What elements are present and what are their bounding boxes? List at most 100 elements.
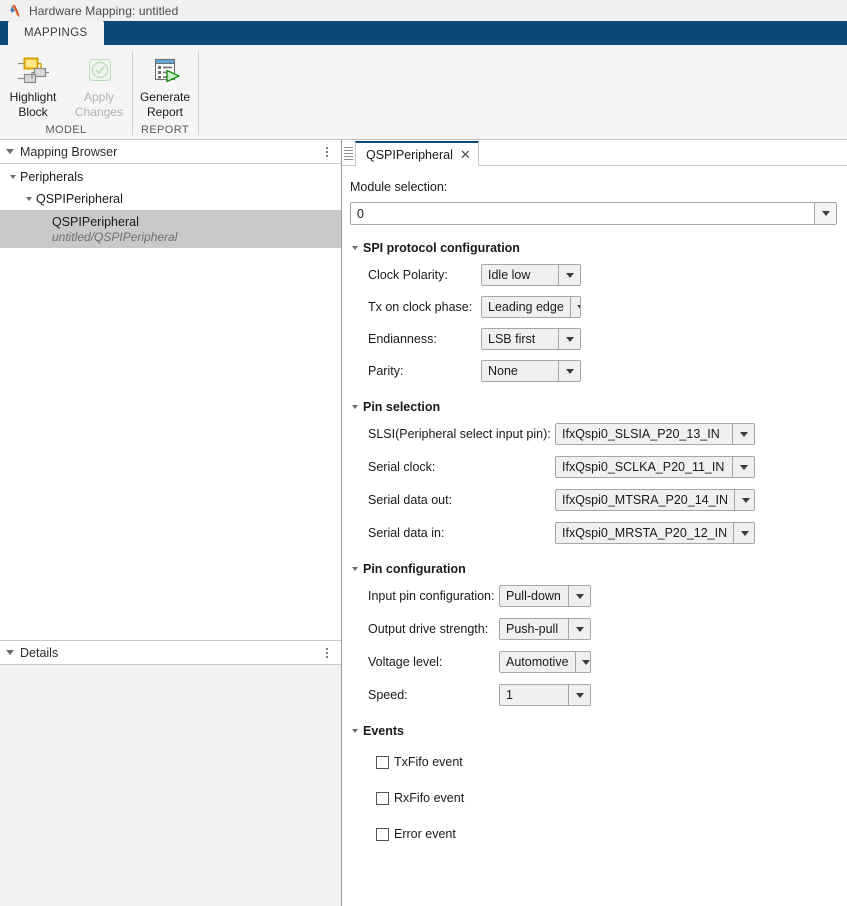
tab-mappings[interactable]: MAPPINGS bbox=[8, 21, 104, 45]
serial-clock-value: IfxQspi0_SCLKA_P20_11_IN bbox=[556, 457, 732, 477]
checkbox-row-rxfifo-event[interactable]: RxFifo event bbox=[376, 786, 847, 810]
highlight-block-button[interactable]: Highlight Block bbox=[0, 45, 66, 124]
tree-item-peripherals[interactable]: Peripherals bbox=[0, 166, 341, 188]
section-caret-icon bbox=[352, 567, 358, 571]
left-pane: Mapping Browser Peripherals QSPIPeripher… bbox=[0, 140, 342, 906]
section-header-spi-protocol[interactable]: SPI protocol configuration bbox=[352, 241, 847, 255]
output-drive-strength-value: Push-pull bbox=[500, 619, 568, 639]
tree-item-qspiperipheral-instance-path: untitled/QSPIPeripheral bbox=[52, 230, 177, 245]
rxfifo-event-checkbox[interactable] bbox=[376, 792, 389, 805]
serial-data-out-value: IfxQspi0_MTSRA_P20_14_IN bbox=[556, 490, 734, 510]
chevron-down-icon[interactable] bbox=[732, 424, 754, 444]
document-tab-qspiperipheral[interactable]: QSPIPeripheral ✕ bbox=[355, 141, 479, 166]
chevron-down-icon[interactable] bbox=[570, 297, 581, 317]
field-serial-data-in-label: Serial data in: bbox=[368, 526, 555, 540]
section-caret-icon bbox=[352, 405, 358, 409]
endianness-value: LSB first bbox=[482, 329, 558, 349]
mapping-browser-tree[interactable]: Peripherals QSPIPeripheral QSPIPeriphera… bbox=[0, 164, 341, 641]
field-output-drive-strength-label: Output drive strength: bbox=[368, 622, 499, 636]
serial-data-in-value: IfxQspi0_MRSTA_P20_12_IN bbox=[556, 523, 733, 543]
chevron-down-icon[interactable] bbox=[568, 685, 590, 705]
chevron-down-icon[interactable] bbox=[734, 490, 755, 510]
tree-item-qspiperipheral-group-label: QSPIPeripheral bbox=[36, 192, 123, 206]
chevron-down-icon[interactable] bbox=[732, 457, 754, 477]
field-serial-data-out: Serial data out: IfxQspi0_MTSRA_P20_14_I… bbox=[368, 488, 847, 512]
chevron-down-icon[interactable] bbox=[558, 329, 580, 349]
error-event-checkbox[interactable] bbox=[376, 828, 389, 841]
chevron-down-icon[interactable] bbox=[558, 265, 580, 285]
chevron-down-icon[interactable] bbox=[575, 652, 591, 672]
ribbon-group-report: Generate Report REPORT bbox=[132, 45, 198, 139]
hardware-mapping-window: Hardware Mapping: untitled MAPPINGS bbox=[0, 0, 847, 906]
qspi-settings-form: Module selection: 0 SPI protocol configu… bbox=[342, 166, 847, 906]
clock-polarity-value: Idle low bbox=[482, 265, 558, 285]
field-voltage-level-label: Voltage level: bbox=[368, 655, 499, 669]
field-tx-on-clock-phase-label: Tx on clock phase: bbox=[368, 300, 481, 314]
serial-data-in-combobox[interactable]: IfxQspi0_MRSTA_P20_12_IN bbox=[555, 522, 755, 544]
checkbox-row-txfifo-event[interactable]: TxFifo event bbox=[376, 750, 847, 774]
module-selection-value: 0 bbox=[351, 203, 814, 224]
apply-changes-button[interactable]: Apply Changes bbox=[66, 45, 132, 124]
field-serial-data-in: Serial data in: IfxQspi0_MRSTA_P20_12_IN bbox=[368, 521, 847, 545]
document-tab-bar: QSPIPeripheral ✕ bbox=[342, 140, 847, 166]
tree-item-qspiperipheral-group[interactable]: QSPIPeripheral bbox=[0, 188, 341, 210]
tab-mappings-label: MAPPINGS bbox=[24, 27, 88, 39]
right-pane: QSPIPeripheral ✕ Module selection: 0 SPI… bbox=[342, 140, 847, 906]
field-parity-label: Parity: bbox=[368, 364, 481, 378]
field-voltage-level: Voltage level: Automotive bbox=[368, 650, 847, 674]
section-header-pin-selection[interactable]: Pin selection bbox=[352, 400, 847, 414]
title-bar: Hardware Mapping: untitled bbox=[0, 0, 847, 21]
details-overflow-icon[interactable] bbox=[321, 646, 333, 660]
slsi-combobox[interactable]: IfxQspi0_SLSIA_P20_13_IN bbox=[555, 423, 755, 445]
ribbon-tab-strip: MAPPINGS bbox=[0, 21, 847, 45]
collapse-caret-icon[interactable] bbox=[6, 650, 14, 655]
drag-handle-icon[interactable] bbox=[344, 145, 353, 162]
serial-clock-combobox[interactable]: IfxQspi0_SCLKA_P20_11_IN bbox=[555, 456, 755, 478]
error-event-label: Error event bbox=[394, 827, 456, 841]
field-slsi: SLSI(Peripheral select input pin): IfxQs… bbox=[368, 422, 847, 446]
tx-on-clock-phase-combobox[interactable]: Leading edge bbox=[481, 296, 581, 318]
collapse-caret-icon[interactable] bbox=[6, 149, 14, 154]
speed-combobox[interactable]: 1 bbox=[499, 684, 591, 706]
endianness-combobox[interactable]: LSB first bbox=[481, 328, 581, 350]
field-tx-on-clock-phase: Tx on clock phase: Leading edge bbox=[368, 295, 847, 319]
generate-report-button[interactable]: Generate Report bbox=[132, 45, 198, 124]
parity-combobox[interactable]: None bbox=[481, 360, 581, 382]
voltage-level-combobox[interactable]: Automotive bbox=[499, 651, 591, 673]
field-input-pin-configuration-label: Input pin configuration: bbox=[368, 589, 499, 603]
details-header: Details bbox=[0, 641, 341, 665]
module-selection-combobox[interactable]: 0 bbox=[350, 202, 837, 225]
field-serial-clock-label: Serial clock: bbox=[368, 460, 555, 474]
chevron-down-icon[interactable] bbox=[814, 203, 836, 224]
chevron-down-icon[interactable] bbox=[558, 361, 580, 381]
apply-changes-icon bbox=[82, 53, 116, 87]
close-icon[interactable]: ✕ bbox=[460, 150, 471, 160]
section-caret-icon bbox=[352, 729, 358, 733]
chevron-down-icon[interactable] bbox=[733, 523, 755, 543]
highlight-block-label-1: Highlight bbox=[10, 90, 57, 104]
field-output-drive-strength: Output drive strength: Push-pull bbox=[368, 617, 847, 641]
field-endianness: Endianness: LSB first bbox=[368, 327, 847, 351]
ribbon-empty-area bbox=[198, 45, 847, 139]
chevron-down-icon[interactable] bbox=[568, 586, 590, 606]
serial-data-out-combobox[interactable]: IfxQspi0_MTSRA_P20_14_IN bbox=[555, 489, 755, 511]
txfifo-event-checkbox[interactable] bbox=[376, 756, 389, 769]
output-drive-strength-combobox[interactable]: Push-pull bbox=[499, 618, 591, 640]
ribbon-group-model-label: MODEL bbox=[0, 124, 132, 139]
field-speed-label: Speed: bbox=[368, 688, 499, 702]
rxfifo-event-label: RxFifo event bbox=[394, 791, 464, 805]
details-pane: Details bbox=[0, 641, 341, 906]
mapping-browser-overflow-icon[interactable] bbox=[321, 145, 333, 159]
field-input-pin-configuration: Input pin configuration: Pull-down bbox=[368, 584, 847, 608]
clock-polarity-combobox[interactable]: Idle low bbox=[481, 264, 581, 286]
parity-value: None bbox=[482, 361, 558, 381]
checkbox-row-error-event[interactable]: Error event bbox=[376, 822, 847, 846]
section-header-pin-configuration[interactable]: Pin configuration bbox=[352, 562, 847, 576]
input-pin-configuration-combobox[interactable]: Pull-down bbox=[499, 585, 591, 607]
tree-expand-caret-icon[interactable] bbox=[22, 197, 36, 201]
chevron-down-icon[interactable] bbox=[568, 619, 590, 639]
voltage-level-value: Automotive bbox=[500, 652, 575, 672]
tree-expand-caret-icon[interactable] bbox=[6, 175, 20, 179]
tree-item-qspiperipheral-instance[interactable]: QSPIPeripheral untitled/QSPIPeripheral bbox=[0, 210, 341, 248]
section-header-events[interactable]: Events bbox=[352, 724, 847, 738]
